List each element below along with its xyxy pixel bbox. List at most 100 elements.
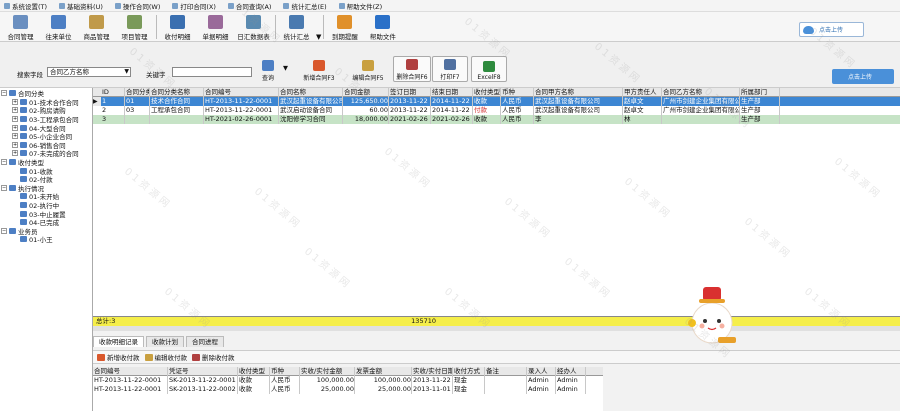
payment-cell: 现金 [453, 376, 485, 385]
grid-column-header[interactable]: 币种 [501, 88, 534, 97]
menu-item-3[interactable]: 打印合同(X) [172, 1, 216, 11]
toolbar-button-8[interactable]: 到期提醒 [326, 13, 363, 41]
grid-row[interactable]: ▶ 1 01 技术合作合同 HT-2013-11-22-0001 武汉起重设备有限公司 12… [93, 97, 900, 106]
expand-icon[interactable]: + [12, 116, 18, 123]
folder-icon [20, 107, 27, 114]
grid-column-header[interactable]: 合同金额 [343, 88, 389, 97]
toolbar-label: 项目管理 [121, 33, 148, 41]
toolbar-button-6[interactable]: 日汇数据表 [235, 13, 272, 41]
payment-column-header[interactable]: 备注 [485, 367, 527, 376]
action-label: 删除收付款 [202, 354, 235, 362]
search-action-button-0[interactable]: 新增合同F3 [296, 56, 342, 82]
action-icon [144, 353, 153, 361]
search-action-button-4[interactable]: ExcelF8 [471, 56, 507, 82]
payment-column-header[interactable]: 合同编号 [93, 367, 168, 376]
payment-column-header[interactable]: 实收/实付金额 [300, 367, 355, 376]
tree-node[interactable]: 01-小王 [0, 235, 92, 244]
grid-column-header[interactable]: 所属部门 [740, 88, 780, 97]
toolbar-button-3[interactable]: 项目管理 [116, 13, 153, 41]
search-field-value: 合同乙方名称 [50, 68, 89, 76]
grid-column-header[interactable]: 合同乙方名称 [662, 88, 740, 97]
expand-icon[interactable]: + [12, 133, 18, 140]
grid-column-header[interactable]: 合同编号 [204, 88, 279, 97]
query-dropdown-icon[interactable]: ▼ [283, 64, 288, 72]
payment-row[interactable]: HT-2013-11-22-0001 SK-2013-11-22-0001 收款 人民… [93, 376, 603, 385]
grid-cell: 2013-11-22 [389, 106, 431, 115]
detail-tab-2[interactable]: 合同进程 [186, 336, 224, 347]
payment-action-button-2[interactable]: 删除收付款 [192, 352, 235, 362]
grid-cell: 1 [101, 97, 125, 106]
keyword-input[interactable] [172, 67, 252, 77]
menu-item-5[interactable]: 统计汇总(E) [283, 1, 327, 11]
toolbar-button-0[interactable]: 合同管理 [2, 13, 39, 41]
expand-icon[interactable]: + [12, 150, 18, 157]
menu-item-0[interactable]: 系统设置(T) [4, 1, 47, 11]
payment-column-header[interactable]: 录入人 [527, 367, 556, 376]
payment-action-button-0[interactable]: 新增收付款 [97, 352, 140, 362]
search-action-button-2[interactable]: 删除合同F6 [393, 56, 431, 82]
menu-item-2[interactable]: 操作合同(W) [114, 1, 161, 11]
payment-column-header[interactable]: 发票金额 [355, 367, 412, 376]
toolbar-button-9[interactable]: 帮助文件 [364, 13, 401, 41]
query-button[interactable]: 查询 [256, 56, 280, 82]
search-action-button-3[interactable]: 打印F7 [432, 56, 468, 82]
toolbar-button-1[interactable]: 往来单位 [40, 13, 77, 41]
payment-column-header[interactable]: 经办人 [556, 367, 586, 376]
detail-tab-1[interactable]: 收款计划 [146, 336, 184, 347]
action-icon [192, 353, 200, 361]
expand-icon[interactable]: − [1, 159, 7, 166]
payment-column-header[interactable]: 币种 [270, 367, 300, 376]
payment-column-header[interactable]: 凭证号 [168, 367, 238, 376]
payment-column-header[interactable]: 实收/实付日期 [412, 367, 453, 376]
action-icon [362, 60, 374, 71]
payment-row[interactable]: HT-2013-11-22-0001 SK-2013-11-22-0002 收款 人民… [93, 385, 603, 394]
tree-node[interactable]: 04-已完成 [0, 218, 92, 227]
grid-column-header[interactable]: 合同分类 [125, 88, 150, 97]
grid-column-header[interactable]: 签订日期 [389, 88, 431, 97]
grid-column-header[interactable]: 收付类型 [473, 88, 501, 97]
expand-icon[interactable]: + [12, 98, 18, 105]
menu-item-6[interactable]: 帮助文件(Z) [338, 1, 382, 11]
grid-column-header[interactable]: 合同甲方名称 [534, 88, 623, 97]
expand-icon[interactable]: + [12, 141, 18, 148]
menu-item-label: 操作合同(W) [122, 2, 161, 11]
menu-item-1[interactable]: 基础资料(U) [59, 1, 103, 11]
menu-item-4[interactable]: 合同查询(A) [227, 1, 271, 11]
grid-cell: 2014-11-22 [431, 97, 473, 106]
folder-icon [20, 98, 27, 105]
toolbar-label: 统计汇总 [283, 33, 310, 41]
expand-icon[interactable]: − [1, 90, 7, 97]
expand-icon[interactable]: − [1, 184, 7, 191]
grid-cell: 付款 [473, 106, 501, 115]
upload-button[interactable]: 点击上传 [832, 69, 894, 84]
grid-cell: 武汉起重设备有限公司 [534, 106, 623, 115]
expand-icon[interactable]: + [12, 107, 18, 114]
expand-icon[interactable]: − [1, 227, 7, 234]
detail-tab-0[interactable]: 收款明细记录 [93, 336, 144, 347]
search-field-select[interactable]: 合同乙方名称 ▼ [47, 67, 131, 77]
toolbar-button-7[interactable]: 统计汇总 [278, 13, 315, 41]
grid-column-header[interactable]: 甲方责任人 [623, 88, 662, 97]
toolbar-icon [375, 15, 391, 29]
upload-button-top[interactable]: 点击上传 [799, 22, 864, 37]
toolbar-button-2[interactable]: 商品管理 [78, 13, 115, 41]
payment-column-header[interactable]: 收付方式 [453, 367, 485, 376]
grid-column-header[interactable]: 结束日期 [431, 88, 473, 97]
payment-action-button-1[interactable]: 编辑收付款 [144, 352, 187, 362]
payment-cell: Admin [527, 385, 556, 394]
grid-row[interactable]: 3 HT-2021-02-26-0001 沈阳修学习合同 18,000.00 2021-… [93, 115, 900, 124]
payment-cell: 人民币 [270, 376, 300, 385]
grid-row[interactable]: 2 03 工程承包合同 HT-2013-11-22-0001 武汉启动设备合同 60.00… [93, 106, 900, 115]
search-field-label: 搜索字段 [17, 71, 43, 79]
chevron-down-icon[interactable]: ▼ [316, 33, 321, 41]
payment-column-header[interactable]: 收付类型 [238, 367, 270, 376]
grid-column-header[interactable]: 合同名称 [279, 88, 343, 97]
grid-column-header[interactable]: ID [101, 88, 125, 97]
toolbar-button-4[interactable]: 收付明细 [159, 13, 196, 41]
toolbar-button-5[interactable]: 单据明细 [197, 13, 234, 41]
tree-node[interactable]: 02-付款 [0, 175, 92, 184]
expand-icon[interactable]: + [12, 124, 18, 131]
search-action-button-1[interactable]: 编辑合同F5 [345, 56, 391, 82]
grid-column-header[interactable]: 合同分类名称 [150, 88, 204, 97]
tree-node[interactable]: +07-未完成的合同 [0, 149, 92, 158]
